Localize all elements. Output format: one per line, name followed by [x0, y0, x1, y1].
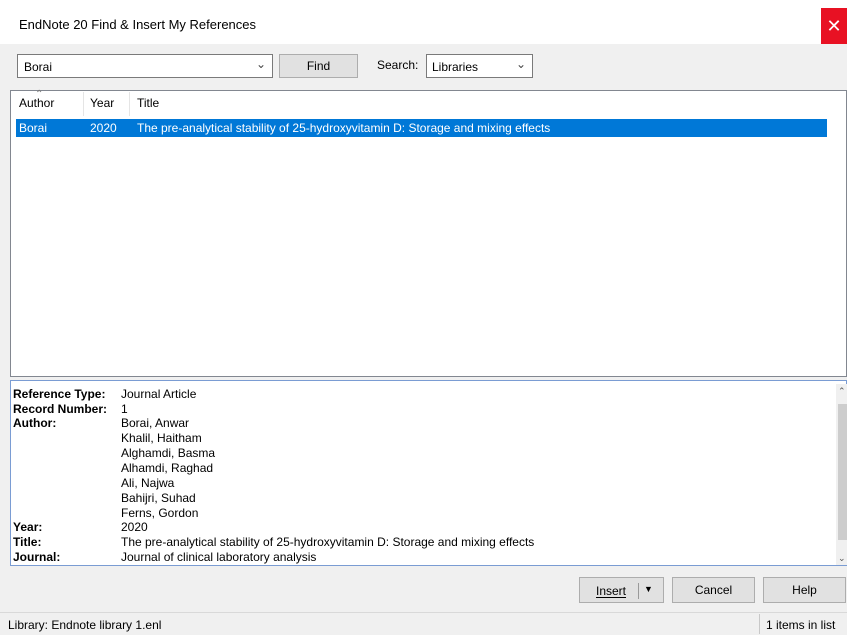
author-value: Khalil, Haitham [121, 431, 202, 445]
column-header-author[interactable]: Author [19, 96, 54, 110]
scroll-down-icon[interactable]: ⌄ [838, 553, 846, 564]
search-input[interactable]: Borai ⌄ [17, 54, 273, 78]
insert-button-label: Insert [596, 584, 627, 598]
help-button[interactable]: Help [763, 577, 846, 603]
search-query: Borai [24, 60, 53, 74]
year-value: 2020 [121, 520, 148, 534]
record-number-value: 1 [121, 402, 128, 416]
record-number-label: Record Number: [13, 402, 108, 416]
close-icon: ✕ [826, 16, 842, 36]
status-divider [759, 614, 760, 634]
column-divider[interactable] [129, 92, 130, 116]
author-value: Bahijri, Suhad [121, 491, 196, 505]
search-scope-label: Search: [377, 58, 419, 72]
window-title: EndNote 20 Find & Insert My References [19, 17, 257, 32]
insert-button[interactable]: Insert ▼ [579, 577, 664, 603]
column-header-title[interactable]: Title [137, 96, 159, 110]
journal-value: Journal of clinical laboratory analysis [121, 550, 317, 564]
author-value: Ferns, Gordon [121, 506, 199, 520]
chevron-down-icon: ⌄ [515, 57, 526, 71]
author-value: Alhamdi, Raghad [121, 461, 214, 475]
author-value: Ali, Najwa [121, 476, 175, 490]
find-button[interactable]: Find [279, 54, 358, 78]
year-label: Year: [13, 520, 43, 534]
title-label: Title: [13, 535, 42, 549]
reference-type-value: Journal Article [121, 387, 197, 401]
dropdown-arrow-icon[interactable]: ▼ [644, 584, 653, 594]
table-row[interactable]: Borai 2020 The pre-analytical stability … [16, 119, 827, 137]
status-count: 1 items in list [766, 618, 836, 632]
author-value: Alghamdi, Basma [121, 446, 216, 460]
column-divider[interactable] [83, 92, 84, 116]
reference-type-label: Reference Type: [13, 387, 106, 401]
close-button[interactable]: ✕ [821, 8, 847, 44]
cancel-button[interactable]: Cancel [672, 577, 755, 603]
title-value: The pre-analytical stability of 25-hydro… [121, 535, 535, 549]
chevron-down-icon[interactable]: ⌄ [256, 57, 266, 71]
row-title: The pre-analytical stability of 25-hydro… [137, 121, 551, 135]
search-scope-select[interactable]: Libraries ⌄ [426, 54, 533, 78]
column-header-year[interactable]: Year [90, 96, 114, 110]
scroll-up-icon[interactable]: ⌃ [838, 386, 846, 397]
journal-label: Journal: [13, 550, 61, 564]
scrollbar-thumb[interactable] [838, 404, 847, 540]
author-label: Author: [13, 416, 57, 430]
split-divider [638, 583, 639, 599]
author-value: Borai, Anwar [121, 416, 190, 430]
row-author: Borai [19, 121, 48, 135]
search-scope-value: Libraries [432, 60, 479, 74]
row-year: 2020 [90, 121, 117, 135]
status-library: Library: Endnote library 1.enl [8, 618, 162, 632]
